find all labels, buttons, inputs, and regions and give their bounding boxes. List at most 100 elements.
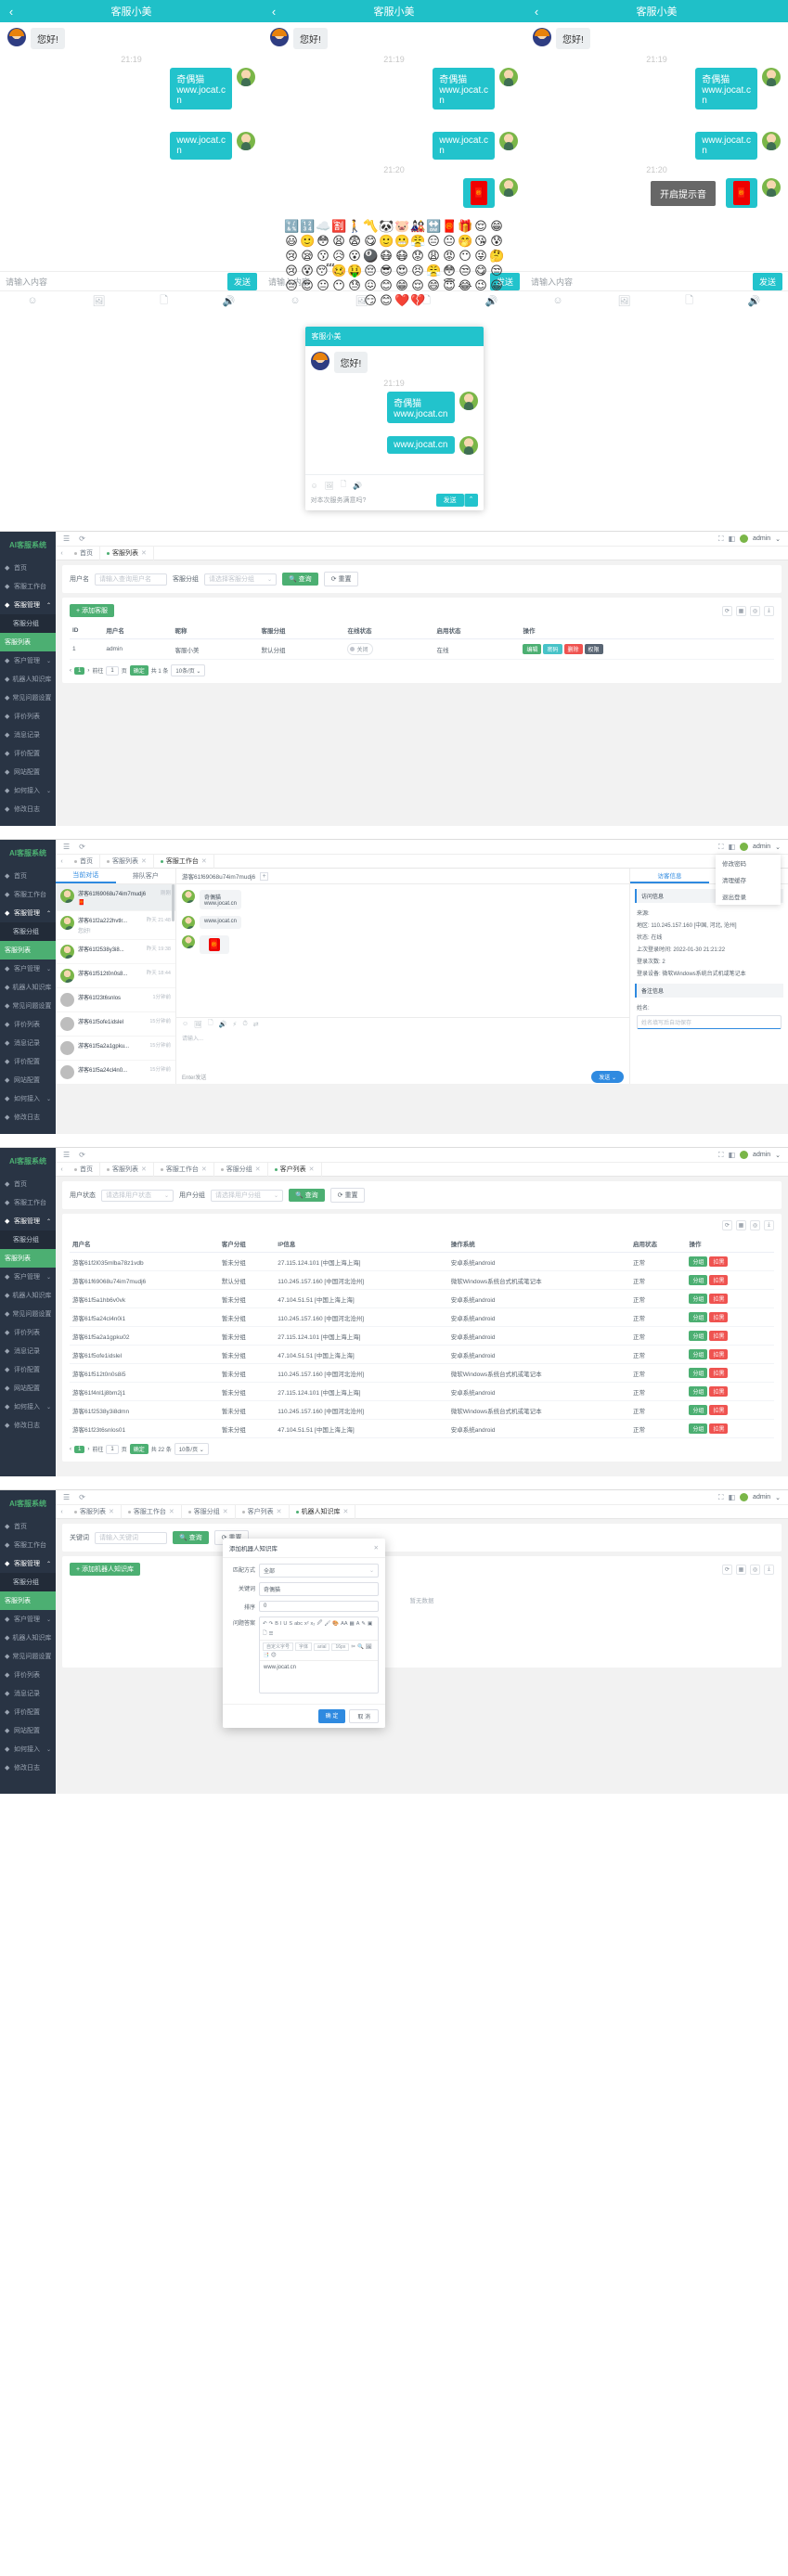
tab-1[interactable]: 客服列表✕	[100, 855, 154, 869]
emoji-cell[interactable]	[426, 293, 441, 307]
action-button-权限[interactable]: 权限	[585, 644, 603, 654]
sidebar-item-4[interactable]: 客服列表	[0, 941, 56, 960]
close-icon[interactable]: ✕	[374, 1544, 379, 1552]
action-button-分组[interactable]: 分组	[689, 1256, 707, 1267]
table-row[interactable]: 游客61f23t6snlos01暂未分组47.104.51.51 [中国上海上海…	[70, 1420, 774, 1438]
keyword-input[interactable]: 奇偶猫	[259, 1582, 379, 1596]
jump-confirm-button[interactable]: 确定	[130, 1444, 149, 1454]
sidebar-item-9[interactable]: ◆消息记录	[0, 1034, 56, 1052]
jump-input[interactable]: 1	[106, 1445, 118, 1454]
emoji-cell[interactable]: 😃	[284, 234, 299, 248]
action-button-删除[interactable]: 删除	[564, 644, 583, 654]
back-icon[interactable]: ‹	[263, 6, 285, 18]
sidebar-item-9[interactable]: ◆消息记录	[0, 726, 56, 744]
action-button-分组[interactable]: 分组	[689, 1331, 707, 1341]
editor-tool-4[interactable]: U	[283, 1621, 287, 1627]
sidebar-item-11[interactable]: ◆网站配置	[0, 763, 56, 781]
emoji-cell[interactable]: 🎁	[458, 219, 472, 233]
conversation-item-3[interactable]: 游客61f512t0n0s8...昨天 18:44	[56, 964, 175, 988]
emoji-cell[interactable]: 😘	[473, 234, 488, 248]
group-filter-select[interactable]: 请选择客服分组 ⌄	[204, 573, 277, 586]
avatar[interactable]	[740, 535, 748, 543]
tab-3[interactable]: 客户列表✕	[236, 1505, 290, 1519]
conversation-tab-1[interactable]: 排队客户	[116, 869, 176, 883]
user-name[interactable]: admin	[753, 1494, 770, 1501]
sidebar-item-5[interactable]: ◆客户管理⌄	[0, 1610, 56, 1629]
sidebar-item-1[interactable]: ◆客服工作台	[0, 1193, 56, 1212]
sound-icon[interactable]: 🔊	[219, 1021, 227, 1028]
sidebar-item-7[interactable]: ◆常见问题设置	[0, 689, 56, 707]
conversation-item-7[interactable]: 游客61f5a24cl4n0...15分钟前	[56, 1061, 175, 1084]
chevron-down-icon[interactable]: ⌄	[775, 844, 781, 851]
sidebar-item-7[interactable]: ◆常见问题设置	[0, 1647, 56, 1666]
sidebar-item-3[interactable]: 客服分组	[0, 1230, 56, 1249]
action-button-拉黑[interactable]: 拉黑	[709, 1256, 728, 1267]
sidebar-item-0[interactable]: ◆首页	[0, 1175, 56, 1193]
sidebar-item-4[interactable]: 客服列表	[0, 1249, 56, 1268]
sidebar-item-4[interactable]: 客服列表	[0, 633, 56, 651]
page-size-select[interactable]: 10条/页 ⌄	[174, 1443, 209, 1455]
fullscreen-icon[interactable]: ⛶	[718, 535, 724, 544]
action-button-编辑[interactable]: 编辑	[523, 644, 541, 654]
table-row[interactable]: 游客61f5a24cl4n0i1暂未分组110.245.157.160 [中国河…	[70, 1308, 774, 1327]
conversation-item-1[interactable]: 游客61f2a222hvtlr...您好!昨天 21:48	[56, 911, 175, 940]
sidebar-item-10[interactable]: ◆评价配置	[0, 1052, 56, 1071]
editor-tool-5[interactable]: S	[289, 1621, 292, 1627]
emoji-cell[interactable]: 〽️	[363, 219, 378, 233]
tab-0[interactable]: 首页	[68, 855, 100, 869]
editor-tool-17[interactable]: 🗋	[263, 1629, 266, 1638]
next-page-button[interactable]: ›	[87, 1447, 89, 1452]
emoji-cell[interactable]	[316, 293, 330, 307]
tab-0[interactable]: 客服列表✕	[68, 1505, 122, 1519]
editor-tool-9[interactable]: 🖉	[316, 1619, 322, 1628]
emoji-cell[interactable]	[347, 293, 362, 307]
send-options-button[interactable]: ⌃	[464, 494, 478, 507]
cell-actions[interactable]: 分组拉黑	[686, 1420, 774, 1438]
file-icon[interactable]: 🗋	[341, 479, 346, 492]
conversation-item-2[interactable]: 游客61f2538y3i8...昨天 19:38	[56, 940, 175, 964]
action-button-分组[interactable]: 分组	[689, 1423, 707, 1434]
action-button-分组[interactable]: 分组	[689, 1368, 707, 1378]
user-name[interactable]: admin	[753, 844, 770, 850]
emoji-cell[interactable]: 😀	[489, 278, 504, 292]
emoji-cell[interactable]: 🤔	[489, 249, 504, 263]
density-icon[interactable]: ◎	[750, 1565, 760, 1575]
editor-toolbar-row-2[interactable]: 自定义字号字体arial16px✂🔍🖼📑😊	[260, 1641, 378, 1661]
sidebar-item-3[interactable]: 客服分组	[0, 614, 56, 633]
conversation-list[interactable]: 游客61f69068u74im7mudj6🧧刚刚游客61f2a222hvtlr.…	[56, 884, 175, 1084]
jump-input[interactable]: 1	[106, 666, 118, 676]
sidebar-item-8[interactable]: ◆评价列表	[0, 1323, 56, 1342]
editor-tool-2[interactable]: B	[275, 1621, 278, 1627]
user-name[interactable]: admin	[753, 1152, 770, 1158]
sidebar-item-0[interactable]: ◆首页	[0, 867, 56, 885]
conversation-item-0[interactable]: 游客61f69068u74im7mudj6🧧刚刚	[56, 884, 175, 911]
chevron-left-icon[interactable]: ‹	[56, 858, 68, 865]
editor-tool-12[interactable]: AA	[341, 1621, 347, 1627]
cell-actions[interactable]: 分组拉黑	[686, 1346, 774, 1364]
status-filter-select[interactable]: 请选择用户状态 ⌄	[101, 1190, 174, 1202]
emoji-cell[interactable]: 🙂	[300, 234, 315, 248]
sidebar-item-12[interactable]: ◆如何接入⌄	[0, 1397, 56, 1416]
emoji-cell[interactable]: 😊	[379, 278, 394, 292]
sticker-message[interactable]: 🧧	[726, 178, 757, 208]
action-button-分组[interactable]: 分组	[689, 1405, 707, 1415]
emoji-cell[interactable]: 😇	[442, 278, 457, 292]
emoji-cell[interactable]: 😬	[394, 234, 409, 248]
emoji-cell[interactable]: 😓	[347, 278, 362, 292]
column-icon[interactable]: ▦	[736, 606, 746, 616]
search-button[interactable]: 🔍 查询	[289, 1189, 325, 1202]
emoji-cell[interactable]: 😩	[426, 249, 441, 263]
emoji-cell[interactable]: 😤	[410, 234, 425, 248]
message-bubble[interactable]: www.jocat.cn	[387, 436, 454, 454]
emoji-cell[interactable]: 😁	[394, 278, 409, 292]
chevron-down-icon[interactable]: ⌄	[775, 1494, 781, 1501]
close-icon[interactable]: ✕	[255, 1166, 261, 1173]
emoji-cell[interactable]: 😔	[363, 264, 378, 277]
sidebar-item-2[interactable]: ◆客服管理⌃	[0, 596, 56, 614]
sidebar-item-11[interactable]: ◆网站配置	[0, 1071, 56, 1089]
conversation-tab-0[interactable]: 当前对话	[56, 869, 116, 883]
evaluation-label[interactable]: 对本次服务满意吗?	[311, 496, 367, 505]
reset-button[interactable]: ⟳ 重置	[324, 572, 359, 586]
quick-icon[interactable]: ⚡	[232, 1021, 237, 1028]
scrollbar-thumb[interactable]	[172, 884, 174, 921]
